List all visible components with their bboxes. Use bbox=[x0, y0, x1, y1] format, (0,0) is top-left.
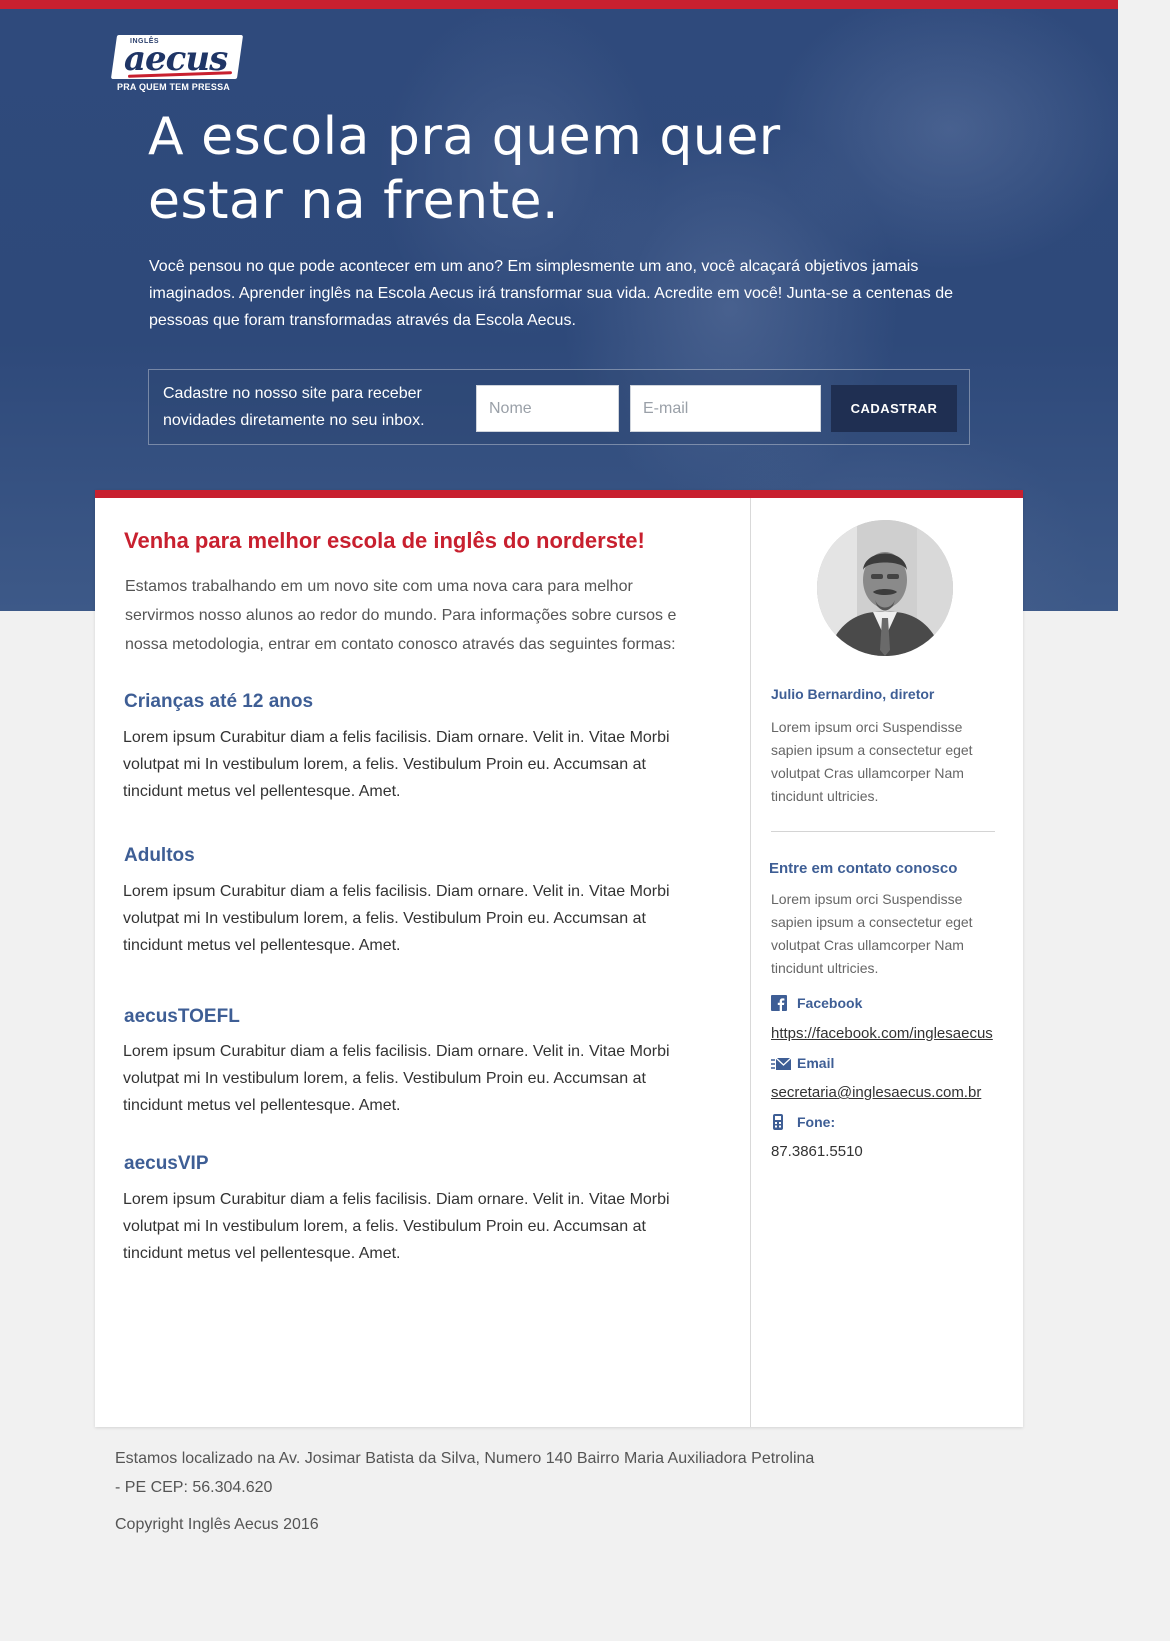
hero-title: A escola pra quem quer estar na frente. bbox=[148, 107, 781, 231]
contact-heading: Entre em contato conosco bbox=[769, 860, 958, 877]
logo-tagline: PRA QUEM TEM PRESSA bbox=[117, 82, 230, 92]
phone-label-row: Fone: bbox=[771, 1114, 835, 1130]
section-text-vip: Lorem ipsum Curabitur diam a felis facil… bbox=[123, 1191, 670, 1262]
section-title-criancas: Crianças até 12 anos bbox=[124, 691, 314, 712]
section-title-vip: aecusVIP bbox=[124, 1153, 209, 1174]
section-text-toefl: Lorem ipsum Curabitur diam a felis facil… bbox=[123, 1043, 670, 1114]
content-card: Venha para melhor escola de inglês do no… bbox=[95, 490, 1023, 1427]
facebook-label-row: Facebook bbox=[771, 995, 862, 1011]
newsletter-signup: Cadastre no nosso site para receber novi… bbox=[148, 369, 970, 445]
name-input[interactable]: Nome bbox=[476, 385, 619, 432]
section-text-criancas: Lorem ipsum Curabitur diam a felis facil… bbox=[123, 729, 670, 800]
phone-value: 87.3861.5510 bbox=[771, 1143, 863, 1160]
facebook-icon bbox=[771, 995, 789, 1011]
section-title-toefl: aecusTOEFL bbox=[124, 1006, 240, 1027]
facebook-link[interactable]: https://facebook.com/inglesaecus bbox=[771, 1025, 993, 1042]
top-accent-bar bbox=[0, 0, 1118, 9]
aecus-logo[interactable]: INGLÊS aecus PRA QUEM TEM PRESSA bbox=[110, 35, 244, 95]
section-text-adultos: Lorem ipsum Curabitur diam a felis facil… bbox=[123, 883, 670, 954]
email-label: Email bbox=[797, 1055, 835, 1071]
phone-label: Fone: bbox=[797, 1114, 836, 1130]
sidebar-divider bbox=[771, 831, 995, 832]
email-icon bbox=[771, 1057, 792, 1073]
section-title-adultos: Adultos bbox=[124, 845, 195, 866]
signup-button[interactable]: CADASTRAR bbox=[831, 385, 957, 432]
hero-text: Você pensou no que pode acontecer em um … bbox=[149, 258, 953, 329]
signup-text: Cadastre no nosso site para receber novi… bbox=[163, 385, 425, 429]
director-name: Julio Bernardino, diretor bbox=[771, 686, 935, 702]
footer-address: Estamos localizado na Av. Josimar Batist… bbox=[115, 1450, 815, 1496]
phone-icon bbox=[771, 1114, 789, 1130]
director-avatar bbox=[817, 520, 953, 656]
intro-text: Estamos trabalhando em um novo site com … bbox=[125, 578, 677, 653]
main-title: Venha para melhor escola de inglês do no… bbox=[124, 528, 645, 553]
contact-text: Lorem ipsum orci Suspendisse sapien ipsu… bbox=[771, 891, 973, 976]
director-text: Lorem ipsum orci Suspendisse sapien ipsu… bbox=[771, 719, 973, 804]
email-link[interactable]: secretaria@inglesaecus.com.br bbox=[771, 1084, 981, 1101]
email-label-row: Email bbox=[771, 1055, 834, 1073]
email-input[interactable]: E-mail bbox=[630, 385, 821, 432]
facebook-label: Facebook bbox=[797, 995, 863, 1011]
footer-copyright: Copyright Inglês Aecus 2016 bbox=[115, 1516, 319, 1533]
column-divider bbox=[750, 498, 751, 1427]
